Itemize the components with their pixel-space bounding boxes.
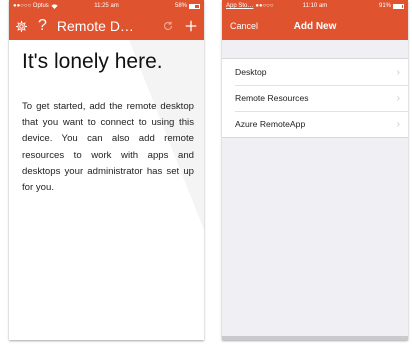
- add-new-screen: App Sto… ●●○○○ 11:10 am 91% Cancel Add N…: [222, 0, 408, 340]
- cancel-button[interactable]: Cancel: [230, 21, 258, 31]
- nav-bar: Cancel Add New: [222, 12, 408, 40]
- status-time: 11:10 am: [302, 3, 328, 9]
- page-title: Add New: [293, 20, 337, 32]
- list-item-desktop[interactable]: Desktop ›: [222, 59, 408, 85]
- add-new-list: Desktop › Remote Resources › Azure Remot…: [222, 58, 408, 138]
- battery-icon: [393, 3, 404, 9]
- list-item-label: Desktop: [235, 67, 267, 77]
- list-item-remote-resources[interactable]: Remote Resources ›: [222, 85, 408, 111]
- status-bar: App Sto… ●●○○○ 11:10 am 91%: [222, 0, 408, 12]
- list-item-label: Azure RemoteApp: [235, 119, 306, 129]
- remote-desktop-empty-screen: ●●○○○ Optus 11:25 am 58% ? Remote D… It'…: [9, 0, 204, 340]
- chevron-right-icon: ›: [396, 118, 400, 130]
- empty-state-description: To get started, add the remote desktop t…: [22, 101, 194, 194]
- chevron-right-icon: ›: [396, 92, 400, 104]
- list-item-label: Remote Resources: [235, 93, 309, 103]
- chevron-right-icon: ›: [396, 66, 400, 78]
- bottom-edge: [222, 336, 408, 340]
- empty-state-heading: It's lonely here.: [22, 50, 163, 73]
- list-item-azure-remoteapp[interactable]: Azure RemoteApp ›: [222, 111, 408, 137]
